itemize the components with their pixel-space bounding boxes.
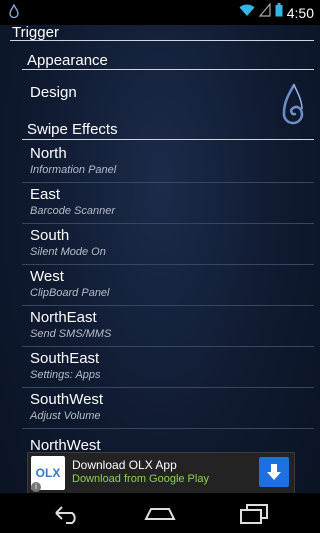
status-bar: 4:50 [0,0,320,25]
pref-title: East [30,186,61,203]
droplet-icon [9,3,19,23]
pref-west[interactable]: West ClipBoard Panel [22,265,314,305]
pref-title: West [30,268,64,285]
ad-banner[interactable]: OLX i Download OLX App Download from Goo… [27,452,295,494]
pref-summary: Adjust Volume [30,410,101,422]
navigation-bar [0,493,320,533]
download-button[interactable] [259,457,289,487]
page-title: Trigger [12,24,59,41]
pref-design-label: Design [30,84,77,101]
pref-title: SouthEast [30,350,100,367]
pref-summary: Information Panel [30,164,117,176]
pref-summary: Silent Mode On [30,246,106,258]
pref-south[interactable]: South Silent Mode On [22,224,314,264]
section-divider-appearance [22,69,314,70]
info-icon[interactable]: i [31,482,41,492]
section-swipe-effects: Swipe Effects [27,121,118,138]
pref-northeast[interactable]: NorthEast Send SMS/MMS [22,306,314,346]
section-appearance: Appearance [27,52,108,69]
ad-title: Download OLX App [72,458,177,472]
pref-southwest[interactable]: SouthWest Adjust Volume [22,388,314,428]
trigger-logo-icon [280,83,306,134]
pref-northwest[interactable]: NorthWest [22,429,314,454]
back-icon[interactable] [50,501,82,530]
ad-subtitle: Download from Google Play [72,473,209,485]
pref-summary: Settings: Apps [30,369,101,381]
pref-title: South [30,227,70,244]
clock: 4:50 [286,4,314,21]
wifi-icon [239,3,255,22]
pref-title: NorthEast [30,309,97,326]
pref-title: North [30,145,67,162]
pref-east[interactable]: East Barcode Scanner [22,183,314,223]
recents-icon[interactable] [238,501,270,530]
section-divider-swipe [22,139,314,140]
pref-design[interactable]: Design [22,74,314,120]
title-divider [10,40,314,41]
battery-icon [275,3,283,22]
home-icon[interactable] [143,501,177,530]
pref-north[interactable]: North Information Panel [22,142,314,182]
pref-summary: Send SMS/MMS [30,328,112,340]
download-arrow-icon [267,464,281,480]
pref-summary: ClipBoard Panel [30,287,110,299]
signal-icon [258,2,271,22]
pref-summary: Barcode Scanner [30,205,115,217]
pref-southeast[interactable]: SouthEast Settings: Apps [22,347,314,387]
pref-title: SouthWest [30,391,104,408]
